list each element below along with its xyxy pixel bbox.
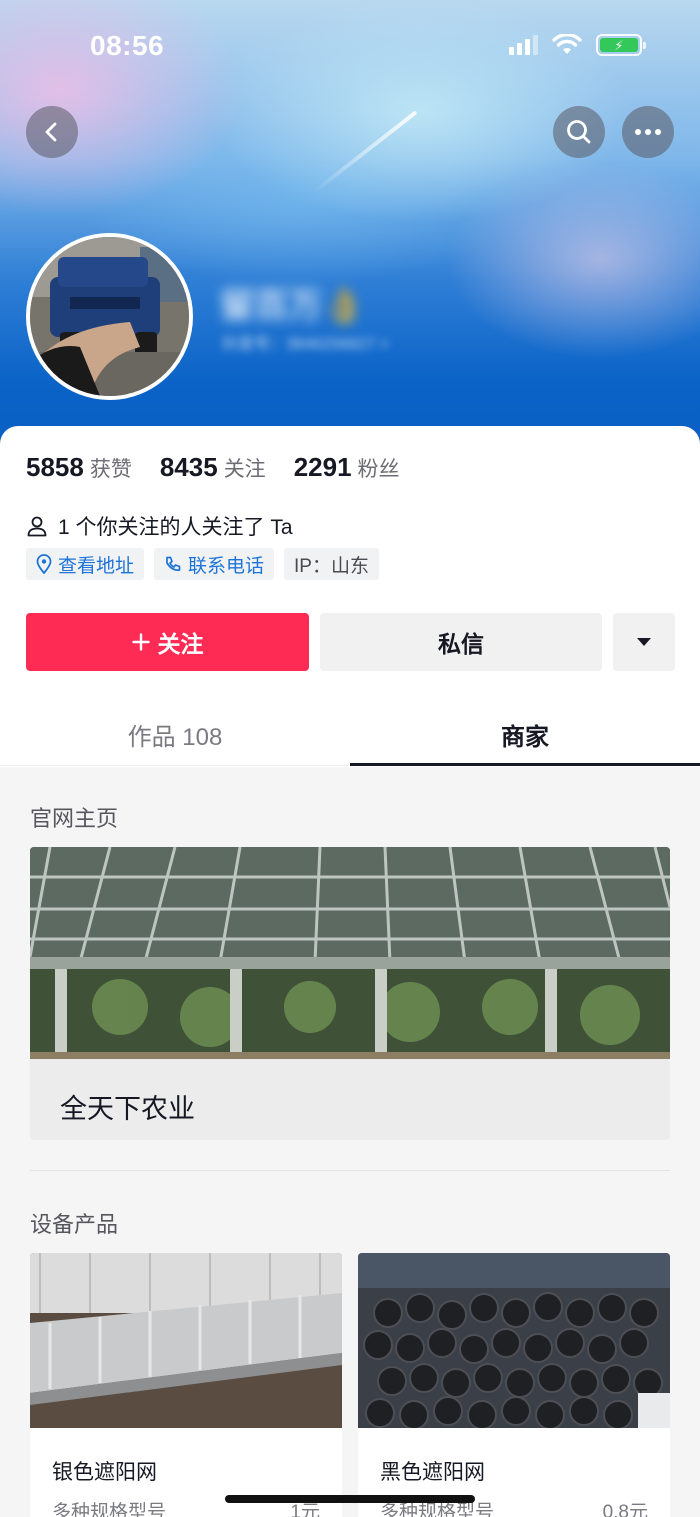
location-pin-icon bbox=[36, 554, 52, 574]
profile-stats: 5858 获赞 8435 关注 2291 粉丝 bbox=[26, 452, 400, 483]
stat-value: 5858 bbox=[26, 452, 84, 482]
section-divider bbox=[30, 1170, 670, 1171]
avatar[interactable] bbox=[26, 233, 193, 400]
contact-phone-label: 联系电话 bbox=[188, 555, 265, 577]
site-name: 全天下农业 bbox=[60, 1094, 195, 1124]
stat-following[interactable]: 8435 关注 bbox=[160, 452, 266, 483]
battery-charging-icon: ⚡ bbox=[596, 34, 646, 56]
follow-button[interactable]: 关注 bbox=[26, 613, 309, 671]
stat-value: 8435 bbox=[159, 452, 218, 482]
more-button[interactable] bbox=[622, 106, 674, 158]
product-list: 银色遮阳网 多种规格型号 1元 黑色遮阳网 多种规格型号 0.8元 bbox=[30, 1253, 670, 1517]
silver-shade-net-image bbox=[30, 1253, 342, 1428]
wifi-icon bbox=[552, 34, 582, 54]
product-card[interactable]: 银色遮阳网 多种规格型号 1元 bbox=[30, 1253, 342, 1517]
profile-id: 抖音号：3846256827 > bbox=[222, 336, 389, 353]
ip-location-tag: IP：山东 bbox=[284, 548, 379, 580]
product-name: 银色遮阳网 bbox=[52, 1461, 157, 1484]
product-spec: 多种规格型号 bbox=[52, 1502, 167, 1517]
back-button[interactable] bbox=[26, 106, 78, 158]
profile-actions: 关注 私信 bbox=[26, 613, 675, 671]
official-site-card[interactable]: 全天下农业 bbox=[30, 847, 670, 1140]
mutual-follow-text: 1 个你关注的人关注了 Ta bbox=[58, 516, 293, 539]
more-actions-button[interactable] bbox=[613, 613, 675, 671]
greenhouse-image bbox=[30, 847, 670, 1059]
cellular-signal-icon bbox=[509, 35, 538, 55]
product-name: 黑色遮阳网 bbox=[380, 1461, 485, 1484]
mutual-follow-row[interactable]: 1 个你关注的人关注了 Ta bbox=[26, 511, 293, 541]
contact-phone-tag[interactable]: 联系电话 bbox=[154, 548, 275, 580]
status-time: 08:56 bbox=[90, 30, 165, 61]
view-address-tag[interactable]: 查看地址 bbox=[26, 548, 145, 580]
chevron-left-icon bbox=[45, 122, 57, 142]
avatar-image bbox=[30, 237, 189, 396]
stat-likes[interactable]: 5858 获赞 bbox=[26, 452, 132, 483]
search-button[interactable] bbox=[553, 106, 605, 158]
stat-value: 2291 bbox=[293, 452, 352, 482]
view-address-label: 查看地址 bbox=[58, 555, 135, 577]
home-indicator[interactable] bbox=[225, 1495, 475, 1503]
person-icon bbox=[27, 516, 47, 537]
message-label: 私信 bbox=[438, 631, 484, 657]
profile-tabs: 作品 108 商家 bbox=[0, 704, 700, 766]
tab-merchant[interactable]: 商家 bbox=[350, 704, 700, 766]
tab-works[interactable]: 作品 108 bbox=[0, 704, 350, 765]
phone-link-icon bbox=[166, 556, 181, 571]
product-card[interactable]: 黑色遮阳网 多种规格型号 0.8元 bbox=[358, 1253, 670, 1517]
stat-followers[interactable]: 2291 粉丝 bbox=[294, 452, 400, 483]
site-section-title: 官网主页 bbox=[30, 806, 119, 831]
merchant-content: 官网主页 全天下农业 设备产品 银色遮阳网 多种规格型号 1元 黑色遮阳网 多种… bbox=[0, 767, 700, 1517]
black-shade-net-image bbox=[358, 1253, 670, 1428]
banner-light-streak bbox=[312, 110, 418, 194]
search-icon bbox=[567, 120, 591, 144]
stat-label: 粉丝 bbox=[357, 458, 400, 481]
triangle-down-icon bbox=[637, 638, 651, 646]
profile-sheet: 5858 获赞 8435 关注 2291 粉丝 1 个你关注的人关注了 Ta 查看地址 bbox=[0, 426, 700, 1517]
follow-label: 关注 bbox=[157, 631, 204, 657]
message-button[interactable]: 私信 bbox=[320, 613, 602, 671]
more-dots-icon bbox=[635, 129, 661, 135]
stat-label: 关注 bbox=[223, 458, 266, 481]
status-icons: ⚡ bbox=[509, 34, 646, 56]
ip-location-label: IP：山东 bbox=[294, 555, 369, 577]
products-section-title: 设备产品 bbox=[30, 1212, 119, 1237]
product-price: 0.8元 bbox=[602, 1502, 648, 1517]
stat-label: 获赞 bbox=[89, 458, 132, 481]
profile-name: 留百万👌 bbox=[220, 287, 365, 325]
plus-icon bbox=[131, 633, 150, 651]
profile-tags: 查看地址 联系电话 IP：山东 bbox=[26, 548, 379, 580]
